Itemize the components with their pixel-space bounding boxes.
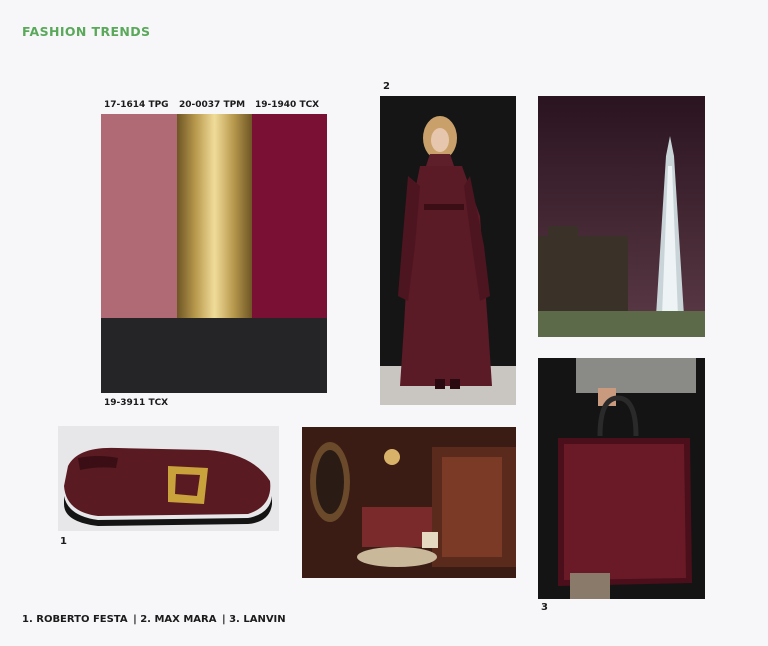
- swatch-rose: [101, 114, 177, 318]
- designer-credits: 1. ROBERTO FESTA | 2. MAX MARA | 3. LANV…: [22, 614, 288, 625]
- swatch-code-1: 17-1614 TPG: [104, 100, 169, 110]
- credit-max-mara: | 2. MAX MARA: [133, 614, 217, 625]
- swatch-charcoal: [101, 318, 327, 393]
- swatch-code-4: 19-3911 TCX: [104, 398, 169, 408]
- swatch-gold: [177, 114, 252, 318]
- credit-roberto-festa: 1. ROBERTO FESTA: [22, 614, 128, 625]
- bag-photo: [538, 358, 705, 599]
- loafer-photo: [58, 426, 279, 531]
- swatch-code-3: 19-1940 TCX: [255, 100, 320, 110]
- photo-number-2: 2: [383, 81, 390, 92]
- photo-number-1: 1: [60, 536, 67, 547]
- city-tower-photo: [538, 96, 705, 337]
- interior-photo: [302, 427, 516, 578]
- runway-coat-photo: [380, 96, 516, 405]
- page-title: FASHION TRENDS: [22, 24, 151, 39]
- swatch-code-2: 20-0037 TPM: [179, 100, 246, 110]
- swatch-burgundy: [252, 114, 327, 318]
- credit-lanvin: | 3. LANVIN: [221, 614, 286, 625]
- photo-number-3: 3: [541, 602, 548, 613]
